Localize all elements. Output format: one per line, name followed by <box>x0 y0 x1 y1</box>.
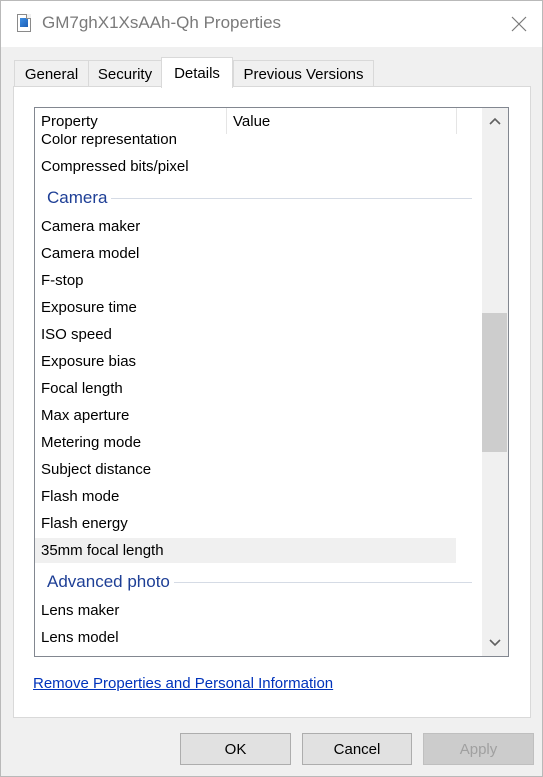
tab-details[interactable]: Details <box>161 57 233 88</box>
close-button[interactable] <box>496 1 542 47</box>
list-item[interactable]: Exposure bias <box>35 349 456 374</box>
ok-button[interactable]: OK <box>180 733 291 765</box>
list-item[interactable]: Focal length <box>35 376 456 401</box>
cancel-button[interactable]: Cancel <box>302 733 412 765</box>
image-file-icon <box>17 14 31 32</box>
chevron-up-icon <box>489 117 501 125</box>
list-item[interactable]: Compressed bits/pixel <box>35 154 456 179</box>
column-header-property[interactable]: Property <box>41 113 98 130</box>
scroll-up-button[interactable] <box>482 108 508 134</box>
list-item[interactable]: Camera model <box>35 241 456 266</box>
list-item[interactable]: Flash mode <box>35 484 456 509</box>
list-item[interactable]: F-stop <box>35 268 456 293</box>
chevron-down-icon <box>489 639 501 647</box>
list-item[interactable]: Metering mode <box>35 430 456 455</box>
column-divider[interactable] <box>226 108 227 134</box>
group-header-label: Camera <box>47 188 112 208</box>
remove-properties-link[interactable]: Remove Properties and Personal Informati… <box>33 675 333 692</box>
column-header-value[interactable]: Value <box>233 113 270 130</box>
properties-list[interactable]: Color representation Compressed bits/pixe… <box>34 107 509 657</box>
list-item[interactable]: Lens maker <box>35 598 456 623</box>
list-item[interactable]: Lens model <box>35 625 456 650</box>
tab-previous-versions[interactable]: Previous Versions <box>233 60 374 87</box>
group-header: Camera <box>35 185 482 210</box>
group-header-label: Advanced photo <box>47 572 174 592</box>
scrollbar-thumb[interactable] <box>482 313 507 452</box>
scroll-down-button[interactable] <box>482 630 508 656</box>
properties-rows: Color representation Compressed bits/pixe… <box>35 108 482 656</box>
tab-general[interactable]: General <box>14 60 89 87</box>
list-item[interactable]: ISO speed <box>35 322 456 347</box>
list-item[interactable]: Flash energy <box>35 511 456 536</box>
window-title: GM7ghX1XsAAh-Qh Properties <box>42 13 282 32</box>
title-bar: GM7ghX1XsAAh-Qh Properties <box>1 1 542 47</box>
details-panel: Color representation Compressed bits/pixe… <box>13 86 531 718</box>
properties-dialog: GM7ghX1XsAAh-Qh Properties General Secur… <box>0 0 543 777</box>
apply-button[interactable]: Apply <box>423 733 534 765</box>
group-divider <box>111 198 472 199</box>
vertical-scrollbar[interactable] <box>482 108 508 656</box>
list-item[interactable]: Camera maker <box>35 214 456 239</box>
list-item[interactable]: 35mm focal length <box>35 538 456 563</box>
list-item[interactable]: Subject distance <box>35 457 456 482</box>
close-icon <box>511 16 527 32</box>
group-divider <box>174 582 472 583</box>
list-item[interactable]: Exposure time <box>35 295 456 320</box>
column-header: Property Value <box>35 108 482 134</box>
group-header: Advanced photo <box>35 569 482 594</box>
column-divider[interactable] <box>456 108 457 134</box>
list-item[interactable]: Max aperture <box>35 403 456 428</box>
tab-security[interactable]: Security <box>88 60 162 87</box>
